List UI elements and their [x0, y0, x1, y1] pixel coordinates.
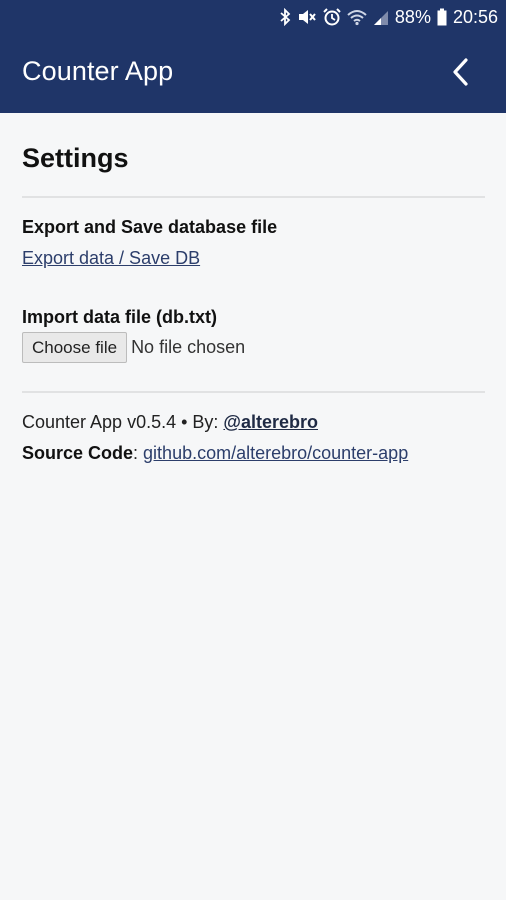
alarm-icon [323, 8, 341, 26]
chevron-left-icon [451, 57, 469, 91]
file-input: Choose file No file chosen [22, 332, 245, 363]
app-bar: Counter App [0, 36, 506, 113]
divider [22, 391, 485, 393]
signal-icon [373, 8, 389, 26]
version-line: Counter App v0.5.4 • By: @alterebro [22, 412, 318, 433]
source-label: Source Code [22, 443, 134, 463]
source-separator: : [133, 443, 144, 463]
export-label: Export and Save database file [22, 217, 278, 237]
version-text: Counter App v0.5.4 • By: [22, 412, 224, 432]
bluetooth-icon [279, 8, 291, 26]
clock-time: 20:56 [452, 6, 498, 27]
status-icons: 88% 20:56 [279, 4, 498, 30]
export-data-link[interactable]: Export data / Save DB [22, 248, 200, 269]
top-bar: 88% 20:56 Counter App [0, 0, 506, 113]
mute-icon [297, 8, 317, 26]
source-line: Source Code: github.com/alterebro/counte… [22, 443, 408, 464]
page-title: Settings [22, 143, 129, 173]
choose-file-button[interactable]: Choose file [22, 332, 128, 363]
source-code-link[interactable]: github.com/alterebro/counter-app [143, 443, 408, 463]
author-link[interactable]: @alterebro [223, 412, 318, 432]
wifi-icon [347, 8, 367, 26]
divider [22, 196, 485, 198]
import-label: Import data file (db.txt) [22, 307, 217, 327]
battery-icon [437, 8, 447, 26]
status-bar: 88% 20:56 [0, 0, 506, 36]
app-title: Counter App [22, 56, 174, 86]
back-button[interactable] [442, 56, 478, 92]
file-status: No file chosen [131, 337, 246, 357]
battery-percent: 88% [394, 6, 431, 27]
